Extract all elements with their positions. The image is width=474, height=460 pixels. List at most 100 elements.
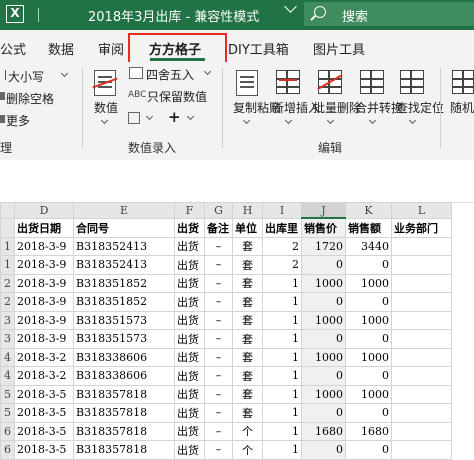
search-input[interactable]: 搜索 xyxy=(342,6,368,25)
department-cell[interactable] xyxy=(391,292,452,312)
more-button[interactable]: 更多 xyxy=(6,112,30,129)
column-header-corner[interactable] xyxy=(0,202,15,219)
column-header-F[interactable]: F xyxy=(174,202,205,219)
amount-cell[interactable]: 0 xyxy=(345,440,392,460)
date-cell[interactable]: 2018-3-9 xyxy=(14,310,74,330)
department-cell[interactable] xyxy=(391,347,452,367)
amount-cell[interactable]: 0 xyxy=(345,292,392,312)
price-cell[interactable]: 1000 xyxy=(301,310,346,330)
note-cell[interactable]: – xyxy=(204,347,233,367)
header-cell[interactable]: 合同号 xyxy=(73,217,175,238)
department-cell[interactable] xyxy=(391,310,452,330)
amount-cell[interactable]: 1680 xyxy=(345,421,392,441)
unit-cell[interactable]: 个 xyxy=(232,421,263,441)
note-cell[interactable]: – xyxy=(204,236,233,256)
contract-cell[interactable]: B318351852 xyxy=(73,273,175,293)
price-cell[interactable]: 0 xyxy=(301,403,346,423)
header-cell[interactable]: 单位 xyxy=(232,217,263,238)
row-header[interactable]: 1 xyxy=(0,255,15,275)
unit-cell[interactable]: 套 xyxy=(232,366,263,386)
header-cell[interactable]: 销售价 xyxy=(301,217,346,238)
type-cell[interactable]: 出货 xyxy=(174,329,205,349)
tab-data[interactable]: 数据 xyxy=(48,39,74,58)
qty-cell[interactable]: 1 xyxy=(262,273,302,293)
department-cell[interactable] xyxy=(391,329,452,349)
note-cell[interactable]: – xyxy=(204,421,233,441)
department-cell[interactable] xyxy=(391,403,452,423)
amount-cell[interactable]: 1000 xyxy=(345,273,392,293)
contract-cell[interactable]: B318357818 xyxy=(73,384,175,404)
qty-cell[interactable]: 1 xyxy=(262,366,302,386)
qty-cell[interactable]: 2 xyxy=(262,236,302,256)
qty-cell[interactable]: 2 xyxy=(262,255,302,275)
type-cell[interactable]: 出货 xyxy=(174,440,205,460)
search-box[interactable]: 搜索 xyxy=(304,2,474,26)
contract-cell[interactable]: B318338606 xyxy=(73,366,175,386)
qty-cell[interactable]: 1 xyxy=(262,347,302,367)
type-cell[interactable]: 出货 xyxy=(174,347,205,367)
price-cell[interactable]: 0 xyxy=(301,329,346,349)
row-header[interactable]: 1 xyxy=(0,236,15,256)
unit-cell[interactable]: 套 xyxy=(232,292,263,312)
unit-cell[interactable]: 套 xyxy=(232,236,263,256)
price-cell[interactable]: 1000 xyxy=(301,384,346,404)
keep-number-button[interactable]: 只保留数值 xyxy=(147,88,207,105)
contract-cell[interactable]: B318351573 xyxy=(73,310,175,330)
qty-cell[interactable]: 1 xyxy=(262,310,302,330)
qty-cell[interactable]: 1 xyxy=(262,384,302,404)
contract-cell[interactable]: B318357818 xyxy=(73,421,175,441)
case-button[interactable]: 大小写 xyxy=(8,68,44,85)
date-cell[interactable]: 2018-3-5 xyxy=(14,403,74,423)
department-cell[interactable] xyxy=(391,236,452,256)
row-header[interactable] xyxy=(0,217,15,238)
tab-formulas[interactable]: 公式 xyxy=(0,39,26,58)
header-cell[interactable]: 出库里 xyxy=(262,217,302,238)
note-cell[interactable]: – xyxy=(204,255,233,275)
excel-app-icon[interactable]: X xyxy=(6,5,24,23)
price-cell[interactable]: 1720 xyxy=(301,236,346,256)
contract-cell[interactable]: B318357818 xyxy=(73,440,175,460)
type-cell[interactable]: 出货 xyxy=(174,273,205,293)
price-cell[interactable]: 1000 xyxy=(301,273,346,293)
amount-cell[interactable]: 0 xyxy=(345,255,392,275)
unit-cell[interactable]: 套 xyxy=(232,310,263,330)
header-cell[interactable]: 出货日期 xyxy=(14,217,74,238)
type-cell[interactable]: 出货 xyxy=(174,292,205,312)
unit-cell[interactable]: 套 xyxy=(232,403,263,423)
type-cell[interactable]: 出货 xyxy=(174,403,205,423)
amount-cell[interactable]: 0 xyxy=(345,403,392,423)
column-header-I[interactable]: I xyxy=(262,202,302,219)
price-cell[interactable]: 0 xyxy=(301,440,346,460)
department-cell[interactable] xyxy=(391,421,452,441)
date-cell[interactable]: 2018-3-5 xyxy=(14,384,74,404)
amount-cell[interactable]: 0 xyxy=(345,329,392,349)
department-cell[interactable] xyxy=(391,384,452,404)
contract-cell[interactable]: B318338606 xyxy=(73,347,175,367)
delete-space-button[interactable]: 删除空格 xyxy=(6,90,54,107)
amount-cell[interactable]: 0 xyxy=(345,366,392,386)
price-cell[interactable]: 1000 xyxy=(301,347,346,367)
date-cell[interactable]: 2018-3-2 xyxy=(14,347,74,367)
note-cell[interactable]: – xyxy=(204,292,233,312)
type-cell[interactable]: 出货 xyxy=(174,384,205,404)
contract-cell[interactable]: B318352413 xyxy=(73,236,175,256)
date-cell[interactable]: 2018-3-9 xyxy=(14,255,74,275)
type-cell[interactable]: 出货 xyxy=(174,366,205,386)
unit-cell[interactable]: 套 xyxy=(232,273,263,293)
contract-cell[interactable]: B318357818 xyxy=(73,403,175,423)
qty-cell[interactable]: 1 xyxy=(262,440,302,460)
unit-cell[interactable]: 套 xyxy=(232,329,263,349)
tab-diy-toolbox[interactable]: DIY工具箱 xyxy=(228,39,289,58)
unit-cell[interactable]: 套 xyxy=(232,347,263,367)
date-cell[interactable]: 2018-3-9 xyxy=(14,329,74,349)
contract-cell[interactable]: B318351573 xyxy=(73,329,175,349)
contract-cell[interactable]: B318351852 xyxy=(73,292,175,312)
tab-review[interactable]: 审阅 xyxy=(98,39,124,58)
row-header[interactable]: 5 xyxy=(0,384,15,404)
row-header[interactable]: 3 xyxy=(0,310,15,330)
qty-cell[interactable]: 1 xyxy=(262,421,302,441)
qty-cell[interactable]: 1 xyxy=(262,329,302,349)
row-header[interactable]: 4 xyxy=(0,366,15,386)
row-header[interactable]: 2 xyxy=(0,292,15,312)
amount-cell[interactable]: 1000 xyxy=(345,310,392,330)
